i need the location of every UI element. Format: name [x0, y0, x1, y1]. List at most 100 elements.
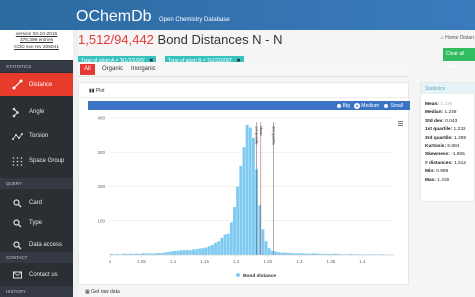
cod-line[interactable]: COD svn rev 206041 — [0, 45, 73, 51]
histogram-bar[interactable] — [280, 252, 284, 255]
histogram-bar[interactable] — [176, 250, 180, 255]
stat-value: 1.232 — [453, 127, 466, 133]
sidebar-item-angle[interactable]: Angle — [0, 102, 73, 122]
tab-all[interactable]: All — [80, 64, 95, 75]
page-title: 1,512/94,442 Bond Distances N - N — [78, 31, 283, 49]
size-option-big[interactable]: Big — [336, 102, 350, 109]
histogram-bar[interactable] — [267, 248, 271, 255]
tab-inorganic[interactable]: Inorganic — [127, 64, 160, 75]
histogram-bar[interactable] — [220, 237, 224, 255]
stat-label: Min: — [425, 169, 435, 175]
logo-title: OChemDb — [76, 8, 152, 25]
histogram-bar[interactable] — [236, 186, 240, 256]
stat-value: 1.259 — [454, 135, 467, 141]
search-icon — [12, 198, 23, 209]
stat-label: Skewness: — [425, 152, 450, 158]
histogram-bar[interactable] — [179, 250, 183, 255]
histogram-bar[interactable] — [226, 233, 230, 255]
histogram-bar[interactable] — [233, 207, 236, 255]
stat-label: Max: — [425, 177, 436, 183]
size-option-medium[interactable]: Medium — [355, 103, 379, 109]
radio-medium[interactable] — [355, 103, 360, 108]
histogram-bar[interactable] — [274, 251, 277, 255]
statistics-row: Median: 1.249 — [425, 109, 466, 117]
histogram-bar[interactable] — [195, 249, 199, 255]
search-icon — [12, 240, 23, 251]
histogram-bar[interactable] — [264, 241, 268, 255]
sidebar-item-label: Angle — [29, 109, 45, 115]
home-icon[interactable]: ⌂ — [441, 35, 444, 41]
histogram-bar[interactable] — [223, 234, 227, 255]
sidebar-item-label: Distance — [29, 81, 53, 88]
breadcrumb-home[interactable]: Home — [445, 35, 458, 41]
histogram-bar[interactable] — [188, 250, 192, 255]
statistics-row: Max: 1.430 — [425, 177, 466, 185]
plot-tab[interactable]: ▮▮ Plot — [89, 88, 105, 94]
histogram-bar[interactable] — [239, 165, 243, 255]
legend-label: Bond distance — [243, 273, 276, 279]
sidebar-item-space-group[interactable]: Space Group — [0, 151, 73, 171]
chart-legend[interactable]: Bond distance — [236, 273, 276, 279]
histogram-bar[interactable] — [214, 242, 217, 255]
sidebar-item-label: Contact us — [29, 272, 58, 278]
histogram-bar[interactable] — [261, 229, 265, 255]
radio-small[interactable] — [384, 103, 389, 108]
sidebar-item-type[interactable]: Type — [0, 213, 73, 233]
histogram-bar[interactable] — [160, 252, 164, 255]
statistics-row: Skewness: -1.555 — [425, 151, 466, 159]
sidebar-item-label: Space Group — [29, 158, 65, 164]
size-option-label: Medium — [361, 102, 380, 109]
histogram-bar[interactable] — [185, 249, 189, 255]
stat-label: Std dev: — [425, 118, 444, 124]
legend-marker — [236, 273, 240, 277]
stat-value: 1.430 — [437, 177, 450, 183]
histogram-bar[interactable] — [198, 248, 202, 255]
stat-value: 1,512 — [454, 160, 467, 166]
size-option-label: Big — [342, 102, 350, 109]
histogram-bar[interactable] — [229, 222, 233, 255]
logo-subtitle: Open Chemistry Database — [159, 17, 230, 23]
histogram-bar[interactable] — [286, 252, 290, 255]
statistics-row: # distances: 1,512 — [425, 160, 466, 168]
size-option-small[interactable]: Small — [384, 103, 403, 109]
section-statistics: STATISTICS — [0, 61, 73, 72]
histogram-bar[interactable] — [192, 249, 195, 255]
statistics-row: Mean: 1.239 — [425, 101, 466, 109]
histogram-bar[interactable] — [204, 247, 208, 255]
sidebar-item-torsion[interactable]: Torsion — [0, 126, 73, 146]
clear-filters-button[interactable]: Clear all filters — [443, 48, 475, 70]
histogram-bar[interactable] — [182, 250, 186, 255]
histogram-bar[interactable] — [207, 246, 211, 255]
histogram-bar[interactable] — [169, 251, 173, 255]
annotation-label: 1st quartile — [254, 126, 258, 145]
chart-menu-icon[interactable] — [398, 121, 403, 126]
x-tick-label: 1.25 — [263, 259, 272, 264]
search-icon — [12, 218, 23, 229]
x-tick-label: 1 — [109, 259, 112, 264]
histogram-bar[interactable] — [289, 252, 293, 255]
histogram-bar[interactable] — [252, 137, 255, 255]
x-tick-label: 1.4 — [359, 259, 366, 264]
sidebar-item-contact[interactable]: Contact us — [0, 265, 73, 285]
histogram-bar[interactable] — [210, 244, 214, 255]
histogram-bar[interactable] — [173, 250, 176, 255]
sidebar-item-card[interactable]: Card — [0, 193, 73, 213]
histogram-bar[interactable] — [242, 147, 246, 255]
histogram-bar[interactable] — [166, 251, 170, 255]
stat-label: Mean: — [425, 102, 439, 107]
sidebar-item-distance[interactable]: Distance — [0, 73, 73, 96]
histogram-bar[interactable] — [245, 124, 249, 255]
radio-big[interactable] — [336, 103, 341, 108]
histogram-bar[interactable] — [277, 252, 281, 255]
tab-organic[interactable]: Organic — [98, 64, 127, 75]
statistics-panel: Statistics Mean: 1.239 Median: 1.249 Std d… — [420, 82, 475, 202]
histogram-bar[interactable] — [217, 241, 221, 255]
histogram-bar[interactable] — [283, 252, 287, 255]
histogram-bar[interactable] — [248, 127, 252, 255]
histogram-bar[interactable] — [163, 252, 167, 255]
site-logo[interactable]: OChemDb Open Chemistry Database — [76, 8, 230, 26]
get-raw-data-link[interactable]: ▦ Get raw data — [85, 289, 120, 295]
mail-icon — [12, 270, 23, 281]
histogram-bar[interactable] — [201, 248, 205, 255]
histogram-bar[interactable] — [157, 252, 161, 255]
